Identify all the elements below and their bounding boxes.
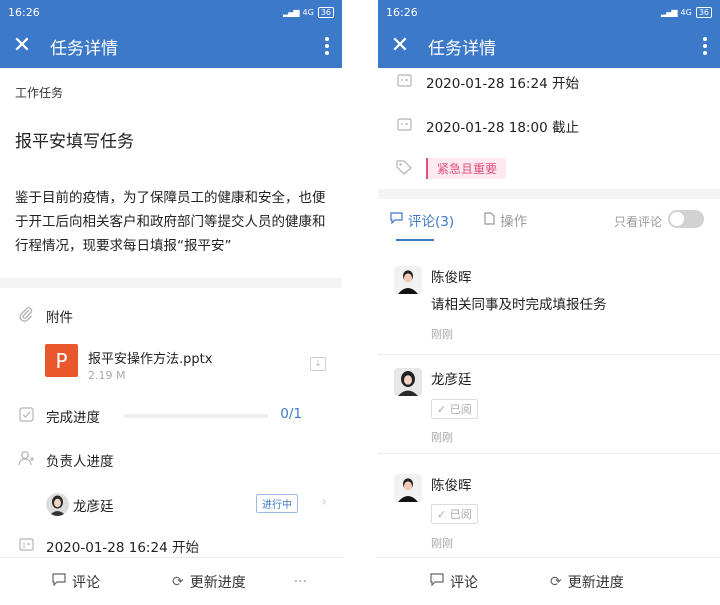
avatar xyxy=(46,493,69,516)
more-actions-button[interactable]: ··· xyxy=(294,574,307,590)
due-date: 2020-01-28 18:00 截止 xyxy=(426,120,579,136)
owner-progress-row: 负责人进度 xyxy=(0,450,342,470)
task-title: 报平安填写任务 xyxy=(15,132,134,152)
status-icons: ▂▄▆ 4G 36 xyxy=(283,6,334,18)
phone-screen-right: 16:26 ▂▄▆ 4G 36 ✕ 任务详情 2020-01-28 16:24 … xyxy=(378,0,720,605)
task-detail-content: 2020-01-28 16:24 开始 2020-01-28 18:00 截止 … xyxy=(378,68,720,557)
phone-screen-left: 16:26 ▂▄▆ 4G 36 ✕ 任务详情 工作任务 报平安填写任务 鉴于目前… xyxy=(0,0,342,605)
pptx-file-icon[interactable]: P xyxy=(45,344,78,377)
update-progress-label: 更新进度 xyxy=(567,574,624,591)
attachment-file-size: 2.19 M xyxy=(88,369,126,382)
network-type: 4G xyxy=(302,7,314,17)
start-date-row: 2020-01-28 16:24 开始 xyxy=(378,72,720,92)
signal-icon: ▂▄▆ xyxy=(283,7,300,17)
update-progress-button[interactable]: ⟳ 更新进度 xyxy=(172,572,246,592)
comment-time: 刚刚 xyxy=(431,537,453,550)
priority-tag: 紧急且重要 xyxy=(426,158,507,179)
section-divider xyxy=(0,278,342,288)
more-menu-icon[interactable] xyxy=(312,37,342,55)
only-comments-label: 只看评论 xyxy=(613,215,662,229)
paperclip-icon xyxy=(16,306,36,326)
person-icon xyxy=(16,450,36,470)
progress-label: 完成进度 xyxy=(46,410,100,426)
read-badge-label: 已阅 xyxy=(449,508,472,521)
comment-button-label: 评论 xyxy=(72,574,100,591)
update-progress-button[interactable]: ⟳ 更新进度 xyxy=(550,572,624,592)
status-time: 16:26 xyxy=(386,5,418,19)
comment-divider xyxy=(378,453,720,454)
read-badge: ✓ 已阅 xyxy=(431,504,478,524)
attachment-row: 附件 xyxy=(0,306,342,326)
section-divider xyxy=(378,189,720,199)
app-bar: ✕ 任务详情 xyxy=(378,24,720,68)
chevron-right-icon[interactable]: › xyxy=(321,494,327,510)
only-comments-toggle[interactable] xyxy=(668,210,704,228)
attachment-label: 附件 xyxy=(46,310,73,326)
tab-comments-label: 评论(3) xyxy=(408,214,455,230)
signal-icon: ▂▄▆ xyxy=(661,7,678,17)
document-icon xyxy=(484,211,495,229)
calendar-icon xyxy=(395,117,413,135)
start-date: 2020-01-28 16:24 开始 xyxy=(46,540,199,556)
comment-text: 请相关同事及时完成填报任务 xyxy=(431,297,607,313)
tab-comments[interactable]: 评论(3) xyxy=(390,210,454,230)
calendar-icon xyxy=(16,537,36,555)
refresh-icon: ⟳ xyxy=(172,573,184,590)
comment-button[interactable]: 评论 xyxy=(52,572,100,592)
update-progress-label: 更新进度 xyxy=(189,574,246,591)
calendar-icon xyxy=(395,73,413,91)
comment-author: 龙彦廷 xyxy=(431,372,472,388)
comment-author: 陈俊晖 xyxy=(431,270,472,286)
status-time: 16:26 xyxy=(8,5,40,19)
task-description: 鉴于目前的疫情，为了保障员工的健康和安全，也便于开工后向相关客户和政府部门等提交… xyxy=(15,190,326,254)
active-tab-indicator xyxy=(396,239,434,241)
page-title: 任务详情 xyxy=(50,38,118,59)
comment-icon xyxy=(52,573,66,590)
comment-button-label: 评论 xyxy=(450,574,478,591)
status-bar: 16:26 ▂▄▆ 4G 36 xyxy=(378,0,720,24)
comment-time: 刚刚 xyxy=(431,431,453,444)
refresh-icon: ⟳ xyxy=(550,573,562,590)
avatar xyxy=(394,266,422,294)
owner-name: 龙彦廷 xyxy=(73,499,114,515)
comment-icon xyxy=(390,212,403,228)
close-icon[interactable]: ✕ xyxy=(0,24,44,68)
tab-operations[interactable]: 操作 xyxy=(484,210,527,230)
bottom-action-bar: 评论 ⟳ 更新进度 ··· xyxy=(0,557,342,605)
close-icon[interactable]: ✕ xyxy=(378,24,422,68)
app-bar: ✕ 任务详情 xyxy=(0,24,342,68)
avatar xyxy=(394,368,422,396)
bottom-action-bar: 评论 ⟳ 更新进度 xyxy=(378,557,720,605)
comment-time: 刚刚 xyxy=(431,328,453,341)
battery-icon: 36 xyxy=(317,6,334,18)
comment-button[interactable]: 评论 xyxy=(430,572,478,592)
checkbox-icon xyxy=(16,406,36,426)
status-badge: 进行中 xyxy=(256,494,298,513)
read-badge: ✓ 已阅 xyxy=(431,399,478,419)
tag-icon xyxy=(395,160,413,179)
read-badge-label: 已阅 xyxy=(449,403,472,416)
battery-icon: 36 xyxy=(695,6,712,18)
task-type: 工作任务 xyxy=(15,86,64,100)
comment-divider xyxy=(378,354,720,355)
due-date-row: 2020-01-28 18:00 截止 xyxy=(378,116,720,136)
avatar xyxy=(394,474,422,502)
download-icon[interactable]: ↓ xyxy=(310,357,326,371)
network-type: 4G xyxy=(680,7,692,17)
start-date-row: 2020-01-28 16:24 开始 xyxy=(0,536,342,556)
owner-progress-label: 负责人进度 xyxy=(46,454,114,470)
status-icons: ▂▄▆ 4G 36 xyxy=(661,6,712,18)
status-bar: 16:26 ▂▄▆ 4G 36 xyxy=(0,0,342,24)
task-detail-content: 工作任务 报平安填写任务 鉴于目前的疫情，为了保障员工的健康和安全，也便于开工后… xyxy=(0,68,342,557)
progress-value: 0/1 xyxy=(280,406,302,422)
tab-operations-label: 操作 xyxy=(500,214,528,230)
comment-icon xyxy=(430,573,444,590)
page-title: 任务详情 xyxy=(428,38,496,59)
more-menu-icon[interactable] xyxy=(690,37,720,55)
start-date: 2020-01-28 16:24 开始 xyxy=(426,76,579,92)
progress-bar xyxy=(123,414,268,418)
attachment-file-name[interactable]: 报平安操作方法.pptx xyxy=(88,348,212,367)
comment-author: 陈俊晖 xyxy=(431,478,472,494)
